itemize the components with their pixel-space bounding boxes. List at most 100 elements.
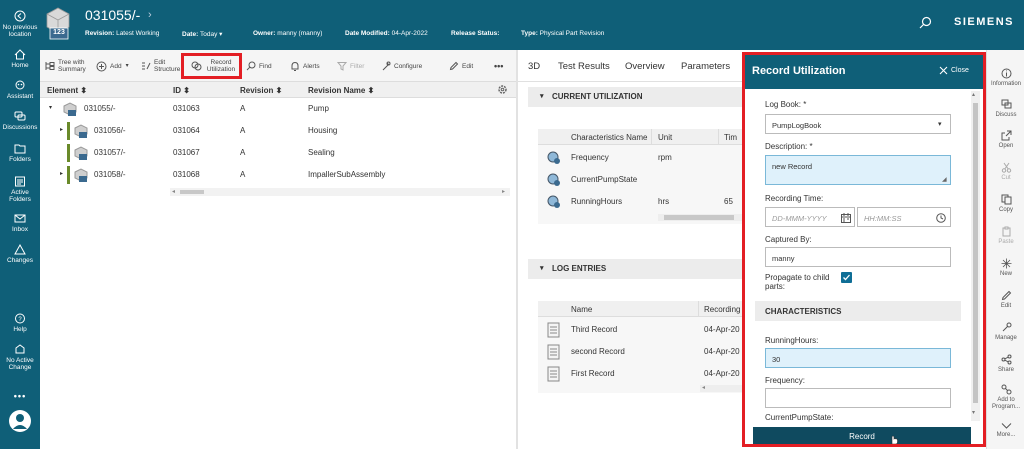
panel-close-button[interactable]: Close <box>939 66 969 75</box>
nav-no-active-change[interactable]: No Active Change <box>0 344 40 371</box>
table-row[interactable]: CurrentPumpState <box>538 169 742 191</box>
table-row[interactable]: ▸ 031056/- 031064 A Housing <box>40 120 510 142</box>
assistant-icon <box>15 80 25 90</box>
content-toolbar: Tree with Summary Add ▾ Edit Structure R… <box>40 50 516 82</box>
col-revision[interactable]: Revision ⬍ <box>240 86 282 95</box>
recording-date-input[interactable]: DD-MMM-YYYY <box>765 207 855 227</box>
col-revision-name[interactable]: Revision Name ⬍ <box>308 86 374 95</box>
add-button[interactable]: Add ▾ <box>96 56 136 76</box>
table-row[interactable]: ▸ 031058/- 031068 A ImpallerSubAssembly <box>40 164 510 186</box>
column-settings-icon[interactable] <box>497 84 508 97</box>
collapse-icon[interactable]: ▾ <box>49 104 52 111</box>
discuss-tool[interactable]: Discuss <box>987 99 1024 119</box>
nav-back[interactable]: No previous location <box>0 10 40 38</box>
record-utilization-button[interactable]: Record Utilization <box>181 53 242 79</box>
nav-folders[interactable]: Folders <box>0 143 40 163</box>
share-label: Share <box>997 367 1014 373</box>
scrollbar-thumb[interactable] <box>664 215 734 220</box>
meta-date[interactable]: Date: Today ▾ <box>182 30 222 38</box>
table-row[interactable]: RunningHours hrs 65 <box>538 191 742 213</box>
record-button[interactable]: Record <box>753 427 971 444</box>
propagate-checkbox[interactable] <box>841 272 852 283</box>
recording-time-input[interactable]: HH:MM:SS <box>857 207 951 227</box>
find-button[interactable]: Find <box>246 56 276 76</box>
current-utilization-section[interactable]: ▾ CURRENT UTILIZATION <box>528 87 742 107</box>
cu-horizontal-scrollbar[interactable] <box>658 214 742 221</box>
checkmark-icon <box>843 274 850 281</box>
tab-3d[interactable]: 3D <box>528 61 540 72</box>
tree-with-summary-button[interactable]: Tree with Summary <box>45 56 97 76</box>
info-tool[interactable]: Information <box>987 68 1024 88</box>
tab-overview[interactable]: Overview <box>625 61 665 72</box>
logbook-select[interactable]: PumpLogBook ▾ <box>765 114 951 134</box>
configure-button[interactable]: Configure <box>381 56 431 76</box>
scroll-down-icon[interactable]: ▾ <box>972 409 975 416</box>
paste-tool[interactable]: Paste <box>987 226 1024 246</box>
scroll-up-icon[interactable]: ▴ <box>972 91 975 98</box>
log-horizontal-scrollbar[interactable]: ◂ <box>700 385 742 392</box>
cut-tool[interactable]: Cut <box>987 162 1024 182</box>
scroll-right-icon[interactable]: ▸ <box>502 188 505 195</box>
edit-structure-button[interactable]: Edit Structure <box>141 56 183 76</box>
nav-home[interactable]: Home <box>0 49 40 69</box>
section-collapse-icon[interactable]: ▾ <box>540 264 544 272</box>
running-hours-input[interactable]: 30 <box>765 348 951 368</box>
add-to-program-tool[interactable]: Add to Program... <box>987 384 1024 411</box>
manage-label: Manage <box>995 335 1017 341</box>
scroll-left-icon[interactable]: ◂ <box>702 384 705 391</box>
col-element[interactable]: Element ⬍ <box>47 86 87 95</box>
resize-handle-icon[interactable]: ◢ <box>942 176 947 183</box>
meta-type: Type: Physical Part Revision <box>521 30 604 37</box>
table-row[interactable]: First Record 04-Apr-20 <box>538 363 742 385</box>
nav-inbox[interactable]: Inbox <box>0 213 40 233</box>
log-record-icon <box>547 366 560 382</box>
scrollbar-thumb[interactable] <box>973 103 978 403</box>
edit-button[interactable]: Edit <box>449 56 479 76</box>
copy-tool[interactable]: Copy <box>987 194 1024 214</box>
breadcrumb-chevron-icon[interactable]: › <box>148 9 152 21</box>
table-row[interactable]: second Record 04-Apr-20 <box>538 341 742 363</box>
filter-button[interactable]: Filter <box>337 56 371 76</box>
nav-discussions[interactable]: Discussions <box>0 111 40 131</box>
global-search-icon[interactable] <box>919 16 932 31</box>
manage-tool[interactable]: Manage <box>987 322 1024 342</box>
captured-by-input[interactable]: manny <box>765 247 951 267</box>
open-tool[interactable]: Open <box>987 130 1024 150</box>
captured-by-label: Captured By: <box>765 235 812 244</box>
new-tool[interactable]: New <box>987 258 1024 278</box>
description-textarea[interactable]: new Record ◢ <box>765 155 951 185</box>
nav-assistant[interactable]: Assistant <box>0 80 40 100</box>
share-tool[interactable]: Share <box>987 354 1024 374</box>
cu-unit-cell: hrs <box>658 197 670 206</box>
user-avatar[interactable] <box>9 410 31 432</box>
frequency-input[interactable] <box>765 388 951 408</box>
table-row[interactable]: 031057/- 031067 A Sealing <box>40 142 510 164</box>
expand-icon[interactable]: ▸ <box>60 170 63 177</box>
table-row[interactable]: Third Record 04-Apr-20 <box>538 319 742 341</box>
nav-active-folders[interactable]: Active Folders <box>0 176 40 203</box>
clock-icon[interactable] <box>936 213 946 223</box>
section-collapse-icon[interactable]: ▾ <box>540 92 544 100</box>
panel-vertical-scrollbar[interactable]: ▴ ▾ <box>971 91 980 421</box>
log-entries-table: Name Recording Third Record 04-Apr-20 se… <box>538 301 742 393</box>
col-id[interactable]: ID ⬍ <box>173 86 190 95</box>
log-entries-section[interactable]: ▾ LOG ENTRIES <box>528 259 742 279</box>
more-tool[interactable]: More... <box>987 422 1024 439</box>
tab-parameters[interactable]: Parameters <box>681 61 730 72</box>
nav-changes[interactable]: Changes <box>0 244 40 264</box>
nav-help[interactable]: ? Help <box>0 313 40 333</box>
table-row[interactable]: ▾ 031055/- 031063 A Pump <box>40 98 510 120</box>
scrollbar-thumb[interactable] <box>180 190 204 194</box>
toolbar-more-button[interactable]: ••• <box>494 56 512 76</box>
alerts-button[interactable]: Alerts <box>290 56 330 76</box>
calendar-icon[interactable] <box>841 213 851 223</box>
scroll-left-icon[interactable]: ◂ <box>172 188 175 195</box>
tab-test-results[interactable]: Test Results <box>558 61 610 72</box>
expand-icon[interactable]: ▸ <box>60 126 63 133</box>
grid-horizontal-scrollbar[interactable]: ◂ ▸ <box>170 188 510 196</box>
nav-more-icon[interactable]: ••• <box>0 391 40 401</box>
edit-tool[interactable]: Edit <box>987 290 1024 310</box>
log-entries-title: LOG ENTRIES <box>552 264 607 273</box>
table-row[interactable]: Frequency rpm <box>538 147 742 169</box>
cu-col-unit: Unit <box>658 133 673 142</box>
